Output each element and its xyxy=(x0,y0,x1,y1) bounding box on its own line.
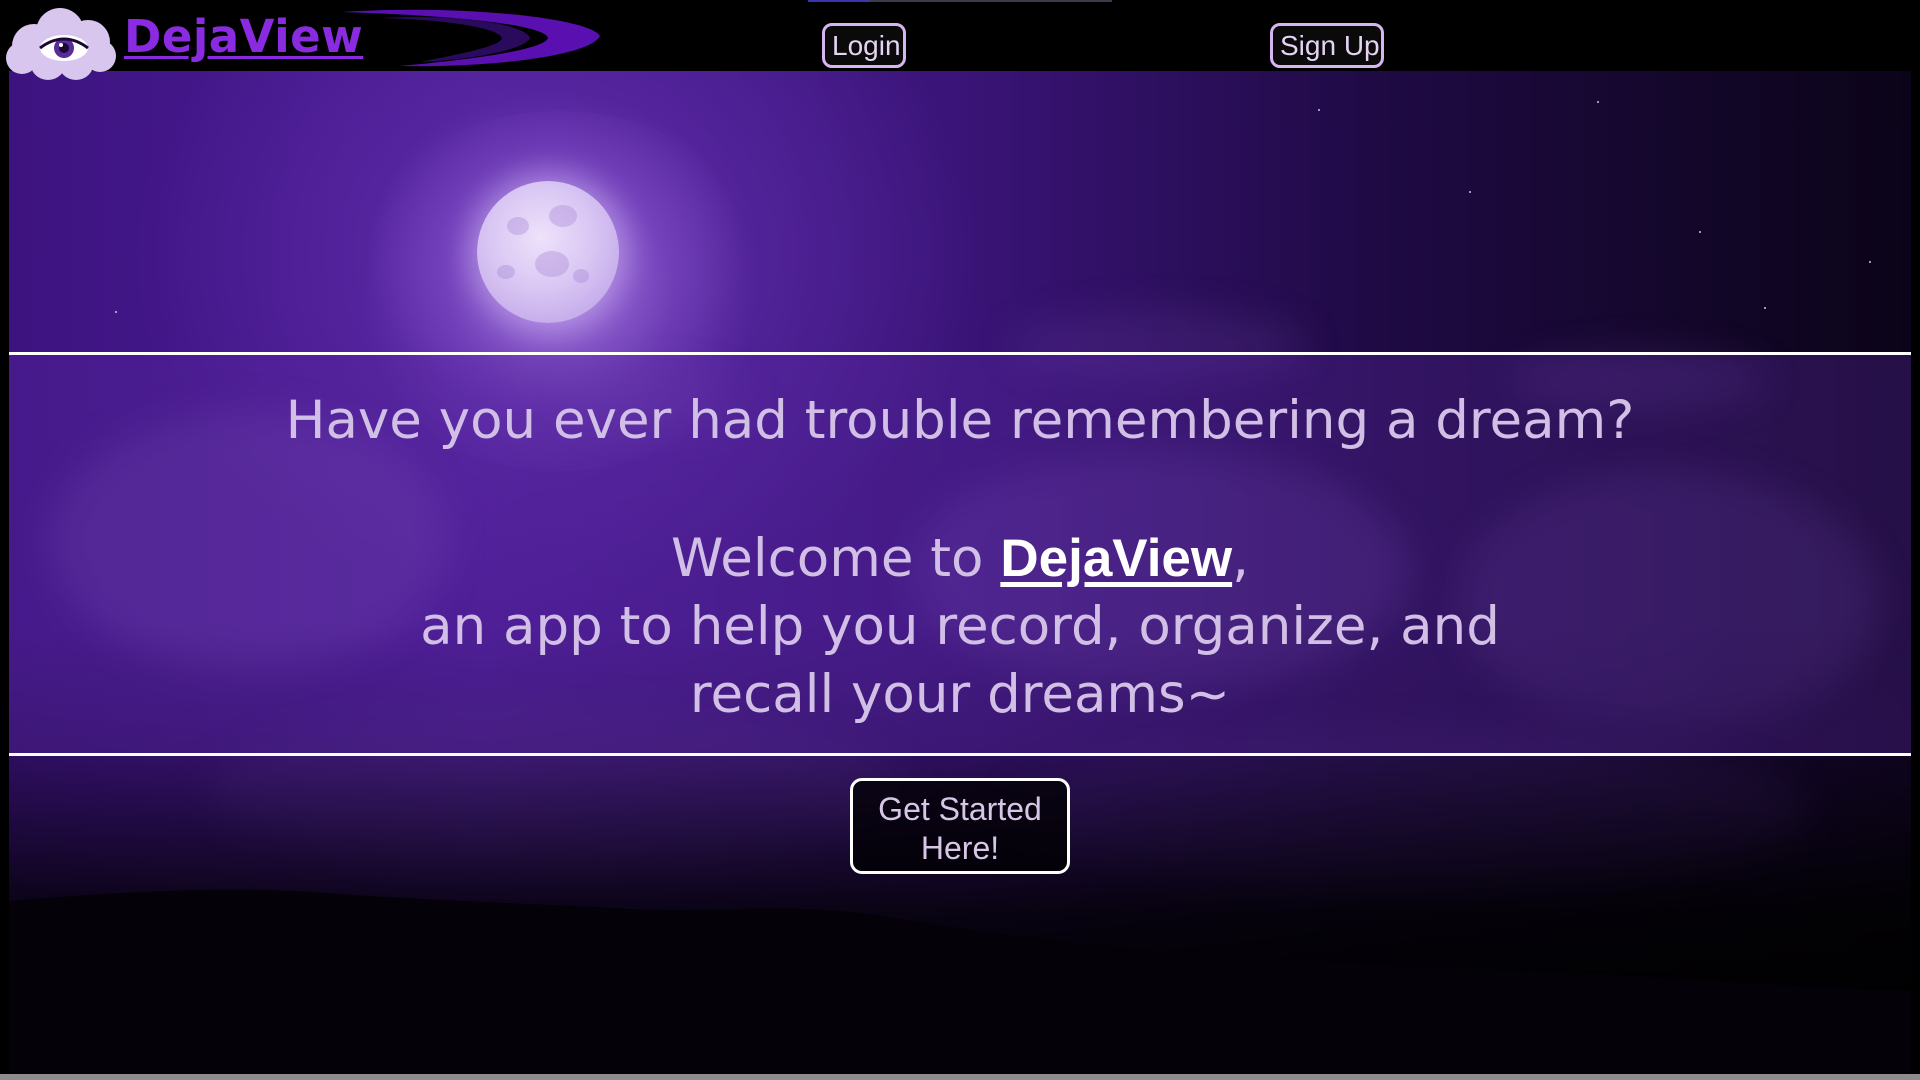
login-button[interactable]: Login xyxy=(822,23,906,68)
signup-button[interactable]: Sign Up xyxy=(1270,23,1384,68)
get-started-button[interactable]: Get Started Here! xyxy=(850,778,1070,874)
landing-page: DejaView Login Sign Up Have you ever had… xyxy=(0,0,1920,1080)
welcome-message: Welcome to DejaView, an app to help you … xyxy=(9,525,1911,729)
welcome-suffix: , xyxy=(1232,528,1249,589)
top-navbar: DejaView Login Sign Up xyxy=(0,0,1920,80)
welcome-line: Welcome to DejaView, xyxy=(9,525,1911,593)
tagline-line-1: an app to help you record, organize, and xyxy=(420,596,1500,657)
bottom-edge xyxy=(0,1074,1920,1080)
welcome-banner: Have you ever had trouble remembering a … xyxy=(9,352,1911,756)
tagline-line-2: recall your dreams~ xyxy=(689,664,1231,725)
eye-cloud-icon[interactable] xyxy=(4,4,120,80)
cta-line-2: Here! xyxy=(920,830,1000,866)
banner-question: Have you ever had trouble remembering a … xyxy=(285,390,1635,451)
brand-logo-link[interactable]: DejaView xyxy=(124,14,363,59)
top-accent-highlight xyxy=(808,0,870,2)
swoosh-icon xyxy=(342,9,600,67)
welcome-brand-link[interactable]: DejaView xyxy=(1000,529,1232,588)
welcome-prefix: Welcome to xyxy=(671,528,1001,589)
cta-line-1: Get Started xyxy=(878,791,1042,827)
